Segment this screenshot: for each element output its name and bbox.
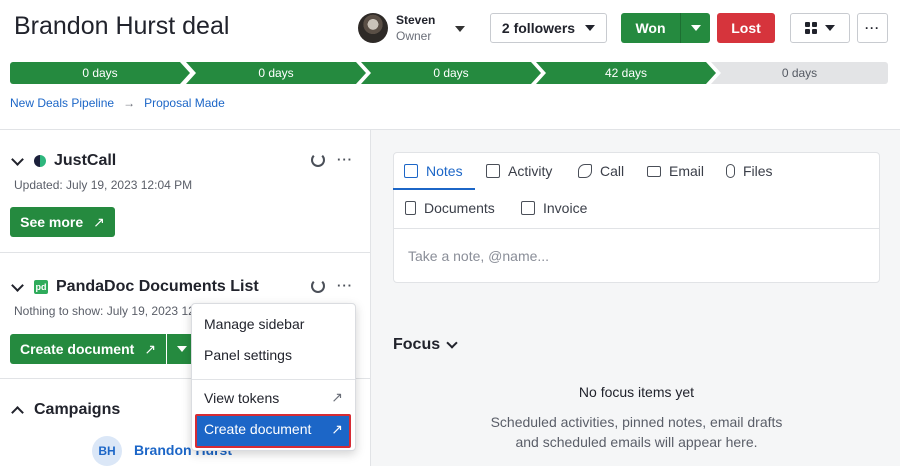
pipeline-stages: 0 days 0 days 0 days 42 days 0 days [10,62,888,84]
tab-invoice[interactable]: Invoice [521,200,587,216]
owner-caret-icon[interactable] [455,26,465,32]
document-icon [405,201,416,215]
owner-avatar [358,13,388,43]
tab-documents-label: Documents [424,200,495,216]
justcall-logo-icon [34,155,46,167]
tabs-divider [394,228,879,229]
menu-item-create-document-label: Create document [204,421,312,437]
pipeline-stage[interactable]: 0 days [186,62,366,84]
create-document-label: Create document [19,341,135,357]
pipeline-stage[interactable]: 0 days [361,62,541,84]
refresh-icon[interactable] [311,279,325,293]
pipeline-stage[interactable]: 42 days [536,62,716,84]
chevron-down-icon [825,25,835,31]
focus-empty-description: Scheduled activities, pinned notes, emai… [393,412,880,452]
pipeline-stage[interactable]: 0 days [711,62,888,84]
campaigns-title: Campaigns [34,401,121,418]
invoice-icon [521,201,535,215]
followers-label: 2 followers [501,20,576,36]
more-options-icon[interactable]: ··· [337,278,353,293]
chevron-up-icon[interactable] [11,406,24,419]
chevron-down-icon[interactable] [11,278,24,292]
breadcrumb: New Deals Pipeline → Proposal Made [10,96,225,110]
won-dropdown-button[interactable] [680,13,710,43]
tab-files-label: Files [743,163,773,179]
see-more-button[interactable]: See more ↗ [10,207,115,237]
phone-icon [578,164,592,178]
more-options-icon[interactable]: ··· [337,152,353,167]
chevron-down-icon[interactable] [11,152,24,166]
breadcrumb-pipeline-link[interactable]: New Deals Pipeline [10,96,114,110]
refresh-icon[interactable] [311,153,325,167]
note-input[interactable]: Take a note, @name... [408,248,549,264]
tab-activity-label: Activity [508,163,553,179]
owner-name: Steven [396,13,436,27]
tab-notes-label: Notes [426,163,463,179]
section-divider [0,252,370,253]
external-link-icon: ↗ [331,389,343,405]
menu-item-panel-settings[interactable]: Panel settings [204,347,292,363]
focus-header[interactable]: Focus [393,336,458,354]
active-tab-indicator [393,188,475,190]
pandadoc-section-header[interactable]: pd PandaDoc Documents List [11,278,259,296]
justcall-updated: Updated: July 19, 2023 12:04 PM [14,178,193,192]
pandadoc-meta: Nothing to show: July 19, 2023 12: [14,304,199,318]
menu-item-manage-sidebar[interactable]: Manage sidebar [204,316,304,332]
tab-files[interactable]: Files [726,163,773,179]
notes-icon [404,164,418,178]
pandadoc-title: PandaDoc Documents List [56,278,259,295]
followers-button[interactable]: 2 followers [490,13,607,43]
justcall-section-header[interactable]: JustCall [11,152,117,170]
chevron-down-icon[interactable] [446,337,458,349]
deal-title[interactable]: Brandon Hurst deal [14,12,229,41]
won-button[interactable]: Won [621,13,680,43]
see-more-label: See more [20,214,84,230]
owner-role: Owner [396,29,432,43]
tab-email[interactable]: Email [647,163,704,179]
breadcrumb-arrow-icon: → [123,96,136,110]
create-document-menu: Manage sidebar Panel settings View token… [191,303,356,451]
paperclip-icon [726,164,735,178]
pipeline-stage[interactable]: 0 days [10,62,190,84]
tab-notes[interactable]: Notes [404,163,463,179]
tab-activity[interactable]: Activity [486,163,552,179]
calendar-icon [486,164,500,178]
owner-selector[interactable]: Steven Owner [358,12,435,44]
campaigns-section-header[interactable]: Campaigns [11,401,121,419]
create-document-button[interactable]: Create document ↗ [10,334,166,364]
lost-button[interactable]: Lost [717,13,775,43]
menu-item-view-tokens[interactable]: View tokens [204,390,279,406]
grid-view-icon [805,22,817,34]
menu-divider [192,379,355,380]
tab-invoice-label: Invoice [543,200,588,216]
more-actions-button[interactable]: ··· [857,13,888,43]
chevron-down-icon [585,25,596,31]
breadcrumb-stage-link[interactable]: Proposal Made [144,96,225,110]
pandadoc-logo-icon: pd [34,280,48,294]
tab-call[interactable]: Call [578,163,624,179]
envelope-icon [647,165,661,177]
chevron-down-icon [690,25,701,31]
focus-empty-line: and scheduled emails will appear here. [515,434,758,450]
focus-title: Focus [393,336,441,353]
focus-empty-title: No focus items yet [578,384,695,400]
chevron-down-icon [177,346,187,352]
view-switcher-button[interactable] [790,13,850,43]
justcall-title: JustCall [54,152,117,169]
tab-documents[interactable]: Documents [405,200,495,216]
external-link-icon: ↗ [331,421,343,437]
avatar: BH [92,436,122,466]
tab-email-label: Email [669,163,705,179]
external-link-icon: ↗ [144,340,157,357]
external-link-icon: ↗ [93,213,105,230]
tab-call-label: Call [600,163,625,179]
focus-empty-line: Scheduled activities, pinned notes, emai… [490,414,783,430]
